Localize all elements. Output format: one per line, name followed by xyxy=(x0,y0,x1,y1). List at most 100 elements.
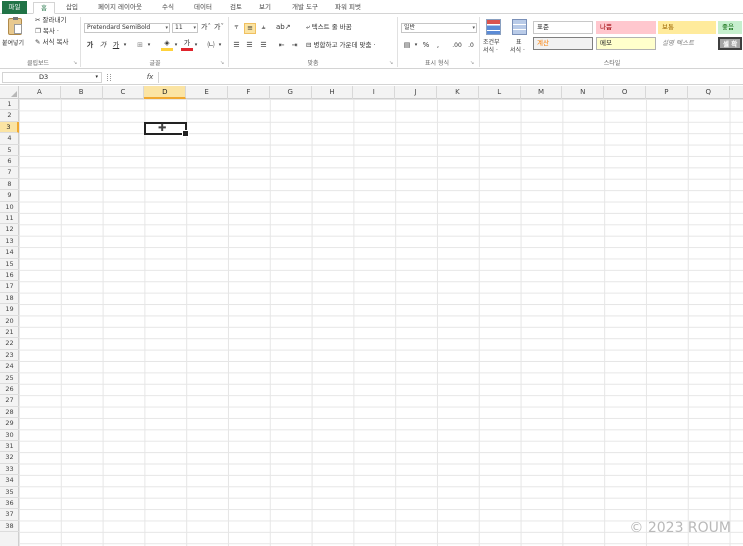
column-header-j[interactable]: J xyxy=(395,86,437,99)
number-format-select[interactable]: 일반 ▾ xyxy=(401,23,477,33)
column-header-a[interactable]: A xyxy=(19,86,61,99)
align-middle-icon[interactable]: ≡ xyxy=(244,23,256,34)
row-header-8[interactable]: 8 xyxy=(0,179,19,191)
column-header-l[interactable]: L xyxy=(479,86,521,99)
row-header-24[interactable]: 24 xyxy=(0,361,19,373)
tab-insert[interactable]: 삽입 xyxy=(60,2,84,14)
row-header-35[interactable]: 35 xyxy=(0,487,19,498)
row-header-16[interactable]: 16 xyxy=(0,270,19,282)
style-explanatory[interactable]: 설명 텍스트 xyxy=(658,37,716,50)
column-header-c[interactable]: C xyxy=(103,86,145,99)
decrease-indent-icon[interactable]: ⇤ xyxy=(276,41,287,50)
cut-button[interactable]: ✂ 잘라내기 xyxy=(35,16,66,25)
row-header-27[interactable]: 27 xyxy=(0,395,19,407)
style-good[interactable]: 좋음 xyxy=(718,21,742,34)
align-center-icon[interactable]: ☰ xyxy=(244,41,255,50)
style-check-cell[interactable]: 셀 확 xyxy=(718,37,742,50)
formula-bar-grip-icon[interactable] xyxy=(107,74,111,81)
tab-power-pivot[interactable]: 파워 피벗 xyxy=(330,2,366,14)
tab-home[interactable]: 홈 xyxy=(33,2,55,14)
formula-input[interactable] xyxy=(158,72,741,83)
format-as-table-button[interactable]: 표 서식 · xyxy=(509,17,531,57)
row-header-30[interactable]: 30 xyxy=(0,430,19,441)
row-header-17[interactable]: 17 xyxy=(0,281,19,293)
tab-page-layout[interactable]: 페이지 레이아웃 xyxy=(91,2,149,14)
row-header-3[interactable]: 3 xyxy=(0,121,19,134)
number-launcher-icon[interactable]: ↘ xyxy=(470,60,476,66)
style-bad[interactable]: 나쁨 xyxy=(596,21,656,34)
alignment-launcher-icon[interactable]: ↘ xyxy=(389,60,395,66)
row-header-18[interactable]: 18 xyxy=(0,293,19,305)
style-normal[interactable]: 표준 xyxy=(533,21,593,34)
phonetic-guide-icon[interactable]: ㈁ xyxy=(205,41,217,50)
column-header-h[interactable]: H xyxy=(312,86,354,99)
merge-center-button[interactable]: ⊟ 병합하고 가운데 맞춤 · xyxy=(306,41,376,50)
style-calculation[interactable]: 계산 xyxy=(533,37,593,50)
font-color-icon[interactable]: 가 xyxy=(181,39,193,51)
format-painter-button[interactable]: ✎ 서식 복사 xyxy=(35,38,69,47)
row-header-25[interactable]: 25 xyxy=(0,373,19,384)
row-header-32[interactable]: 32 xyxy=(0,452,19,464)
column-header-k[interactable]: K xyxy=(437,86,479,99)
row-header-28[interactable]: 28 xyxy=(0,407,19,419)
row-header-14[interactable]: 14 xyxy=(0,247,19,259)
column-header-n[interactable]: N xyxy=(562,86,605,99)
row-header-7[interactable]: 7 xyxy=(0,167,19,179)
row-header-15[interactable]: 15 xyxy=(0,259,19,270)
row-header-29[interactable]: 29 xyxy=(0,418,19,430)
tab-view[interactable]: 보기 xyxy=(254,2,276,14)
column-header-p[interactable]: P xyxy=(646,86,688,99)
row-header-33[interactable]: 33 xyxy=(0,464,19,476)
row-header-37[interactable]: 37 xyxy=(0,509,19,521)
align-top-icon[interactable]: ⫧ xyxy=(231,23,242,32)
increase-indent-icon[interactable]: ⇥ xyxy=(289,41,300,50)
row-header-19[interactable]: 19 xyxy=(0,304,19,316)
increase-decimal-icon[interactable]: .00 xyxy=(451,41,463,50)
tab-data[interactable]: 데이터 xyxy=(187,2,219,14)
clipboard-launcher-icon[interactable]: ↘ xyxy=(73,60,79,66)
row-header-5[interactable]: 5 xyxy=(0,145,19,156)
row-header-26[interactable]: 26 xyxy=(0,384,19,396)
insert-function-button[interactable]: fx xyxy=(143,72,157,83)
row-header-6[interactable]: 6 xyxy=(0,156,19,168)
copy-button[interactable]: ❐ 복사 · xyxy=(35,27,59,36)
row-header-13[interactable]: 13 xyxy=(0,236,19,248)
phonetic-dropdown-icon[interactable]: ▾ xyxy=(217,41,223,50)
worksheet-grid[interactable] xyxy=(0,86,743,546)
align-bottom-icon[interactable]: ⫨ xyxy=(258,23,269,32)
font-size-select[interactable]: 11 ▾ xyxy=(172,23,198,33)
row-header-1[interactable]: 1 xyxy=(0,99,19,111)
column-header-i[interactable]: I xyxy=(353,86,396,99)
orientation-icon[interactable]: ab↗ xyxy=(276,23,291,32)
decrease-decimal-icon[interactable]: .0 xyxy=(465,41,477,50)
paste-button[interactable]: 붙여넣기 xyxy=(2,17,30,55)
style-neutral[interactable]: 보통 xyxy=(658,21,716,34)
italic-button[interactable]: 가 xyxy=(98,41,108,50)
grow-font-button[interactable]: 가ˆ xyxy=(200,23,212,32)
font-name-select[interactable]: Pretendard SemiBold ▾ xyxy=(84,23,170,33)
row-header-36[interactable]: 36 xyxy=(0,498,19,510)
accounting-format-icon[interactable]: ▤ xyxy=(401,41,413,50)
shrink-font-button[interactable]: 가ˇ xyxy=(213,23,225,32)
column-header-o[interactable]: O xyxy=(604,86,646,99)
comma-button[interactable]: , xyxy=(434,41,442,50)
column-header-d[interactable]: D xyxy=(144,86,187,99)
percent-button[interactable]: % xyxy=(421,41,431,50)
tab-formulas[interactable]: 수식 xyxy=(157,2,179,14)
row-header-12[interactable]: 12 xyxy=(0,224,19,236)
tab-review[interactable]: 검토 xyxy=(225,2,247,14)
row-header-21[interactable]: 21 xyxy=(0,327,19,339)
row-header-4[interactable]: 4 xyxy=(0,133,19,145)
align-left-icon[interactable]: ☰ xyxy=(231,41,242,50)
tab-developer[interactable]: 개발 도구 xyxy=(286,2,324,14)
column-header-m[interactable]: M xyxy=(521,86,563,99)
row-header-38[interactable]: 38 xyxy=(0,521,19,533)
fill-color-dropdown-icon[interactable]: ▾ xyxy=(173,41,179,50)
column-header-g[interactable]: G xyxy=(270,86,312,99)
style-note[interactable]: 메모 xyxy=(596,37,656,50)
row-header-20[interactable]: 20 xyxy=(0,316,19,327)
border-icon[interactable]: ⊞ xyxy=(134,41,146,50)
underline-button[interactable]: 가 xyxy=(111,41,121,50)
row-header-10[interactable]: 10 xyxy=(0,202,19,213)
fill-color-icon[interactable]: ◈ xyxy=(161,39,173,51)
